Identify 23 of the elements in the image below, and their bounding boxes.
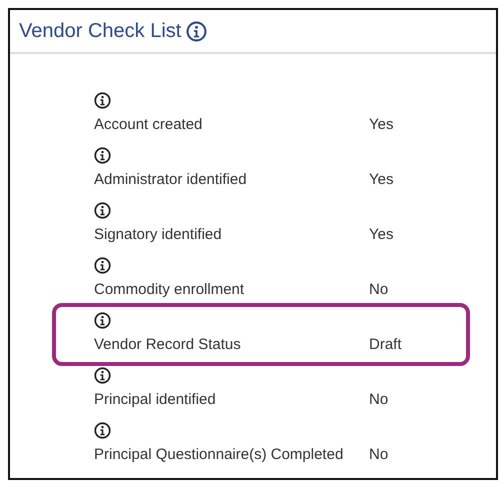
info-icon[interactable] bbox=[94, 257, 111, 274]
check-value: No bbox=[369, 390, 388, 410]
check-value: Yes bbox=[369, 170, 394, 190]
check-label: Principal identified bbox=[94, 390, 217, 410]
check-label: Administrator identified bbox=[94, 170, 248, 190]
panel-title: Vendor Check List bbox=[19, 19, 182, 43]
check-value: No bbox=[369, 280, 388, 300]
info-icon[interactable] bbox=[94, 147, 111, 164]
info-icon[interactable] bbox=[94, 422, 111, 439]
info-icon[interactable] bbox=[94, 367, 111, 384]
check-label: Vendor Record Status bbox=[94, 335, 242, 356]
info-icon[interactable] bbox=[94, 92, 111, 109]
check-value: No bbox=[369, 445, 388, 466]
check-label: Signatory identified bbox=[94, 225, 223, 246]
check-value: Draft bbox=[369, 335, 402, 356]
info-icon[interactable] bbox=[94, 312, 111, 329]
check-label: Principal Questionnaire(s) Completed bbox=[94, 445, 344, 466]
check-label: Account created bbox=[94, 115, 204, 136]
info-icon[interactable] bbox=[94, 202, 111, 219]
check-label: Commodity enrollment bbox=[94, 280, 246, 300]
check-value: Yes bbox=[369, 225, 394, 246]
check-value: Yes bbox=[369, 115, 394, 136]
info-icon[interactable] bbox=[186, 20, 208, 42]
